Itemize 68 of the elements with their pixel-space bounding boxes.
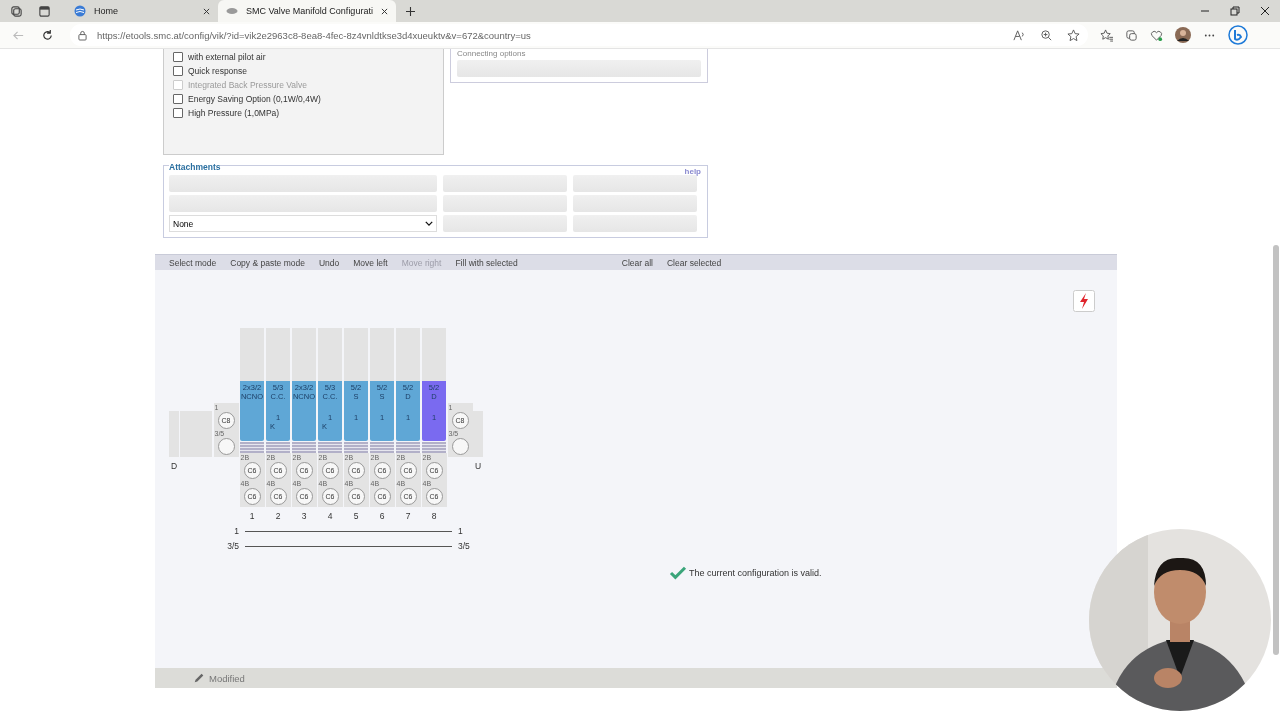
- close-icon[interactable]: [380, 7, 388, 15]
- gasket-stripes: [396, 442, 420, 453]
- new-tab-icon[interactable]: [405, 6, 415, 16]
- toolbar-button[interactable]: Select mode: [169, 257, 217, 268]
- option-label: Energy Saving Option (0,1W/0,4W): [188, 94, 321, 104]
- checkbox[interactable]: [173, 52, 183, 62]
- attachment-dropdown[interactable]: None: [169, 215, 437, 232]
- gasket-stripes: [266, 442, 290, 453]
- restore-icon[interactable]: [1230, 6, 1240, 16]
- star-icon[interactable]: [1067, 28, 1080, 42]
- line-label: 3/5: [458, 541, 470, 551]
- station-number: 7: [405, 511, 411, 521]
- side-label: U: [474, 461, 482, 471]
- line-label: 1: [233, 526, 239, 536]
- collections-icon[interactable]: [1125, 28, 1138, 42]
- gasket-stripes: [344, 442, 368, 453]
- option-label: High Pressure (1,0MPa): [188, 108, 280, 118]
- panel-legend: Connecting options: [457, 49, 701, 58]
- toolbar-button[interactable]: Clear all: [621, 257, 653, 268]
- gasket-stripes: [318, 442, 342, 453]
- option-label: Quick response: [188, 66, 248, 76]
- refresh-icon[interactable]: [41, 28, 54, 42]
- favorites-icon[interactable]: [1100, 28, 1113, 42]
- checkbox[interactable]: [173, 94, 183, 104]
- address-bar[interactable]: https://etools.smc.at/config/vik/?id=vik2e2963c8-8ea8-4fec-8z4vnldtkse3d4xueuktv&v=672&country=us: [70, 24, 1088, 46]
- gasket-stripes: [422, 442, 446, 453]
- toolbar-button[interactable]: Clear selected: [666, 257, 722, 268]
- option-label: Integrated Back Pressure Valve: [188, 80, 307, 90]
- chevron-icon: [425, 221, 433, 226]
- toolbar-button[interactable]: Move left: [353, 257, 388, 268]
- pencil-icon: [193, 672, 205, 684]
- station-number: 4: [327, 511, 333, 521]
- browser-tab[interactable]: Home: [66, 0, 218, 22]
- validation-message: The current configuration is valid.: [689, 568, 822, 578]
- workspaces-icon[interactable]: [10, 4, 23, 18]
- station-number: 5: [353, 511, 359, 521]
- globe-icon: [74, 5, 86, 17]
- station-number: 2: [275, 511, 281, 521]
- toolbar-button[interactable]: Fill with selected: [455, 257, 518, 268]
- status-text: Modified: [209, 672, 245, 684]
- read-aloud-icon[interactable]: [1013, 28, 1026, 42]
- tab-actions-icon[interactable]: [38, 4, 51, 18]
- browser-tab[interactable]: SMC Valve Manifold Configurati: [218, 0, 396, 22]
- copilot-icon[interactable]: [1228, 25, 1248, 45]
- close-icon[interactable]: [1260, 6, 1270, 16]
- line-label: 3/5: [226, 541, 239, 551]
- lock-icon: [78, 29, 87, 41]
- station-number: 3: [301, 511, 307, 521]
- power-icon[interactable]: [1073, 290, 1095, 312]
- gasket-stripes: [240, 442, 264, 453]
- scrollbar-thumb[interactable]: [1273, 245, 1279, 655]
- checkbox[interactable]: [173, 108, 183, 118]
- station-number: 6: [379, 511, 385, 521]
- station-number: 1: [249, 511, 255, 521]
- gasket-stripes: [292, 442, 316, 453]
- close-icon[interactable]: [203, 7, 210, 15]
- heart-icon[interactable]: [1150, 28, 1163, 42]
- side-label: D: [170, 461, 178, 471]
- profile-avatar-icon[interactable]: [1175, 27, 1191, 43]
- toolbar-button[interactable]: Copy & paste mode: [230, 257, 305, 268]
- panel-legend: Attachments: [169, 162, 221, 172]
- line-label: 1: [458, 526, 463, 536]
- checkbox[interactable]: [173, 66, 183, 76]
- toolbar-button[interactable]: Undo: [318, 257, 340, 268]
- option-label: with external pilot air: [188, 52, 266, 62]
- gasket-stripes: [370, 442, 394, 453]
- zoom-icon[interactable]: [1040, 28, 1053, 42]
- station-number: 8: [431, 511, 437, 521]
